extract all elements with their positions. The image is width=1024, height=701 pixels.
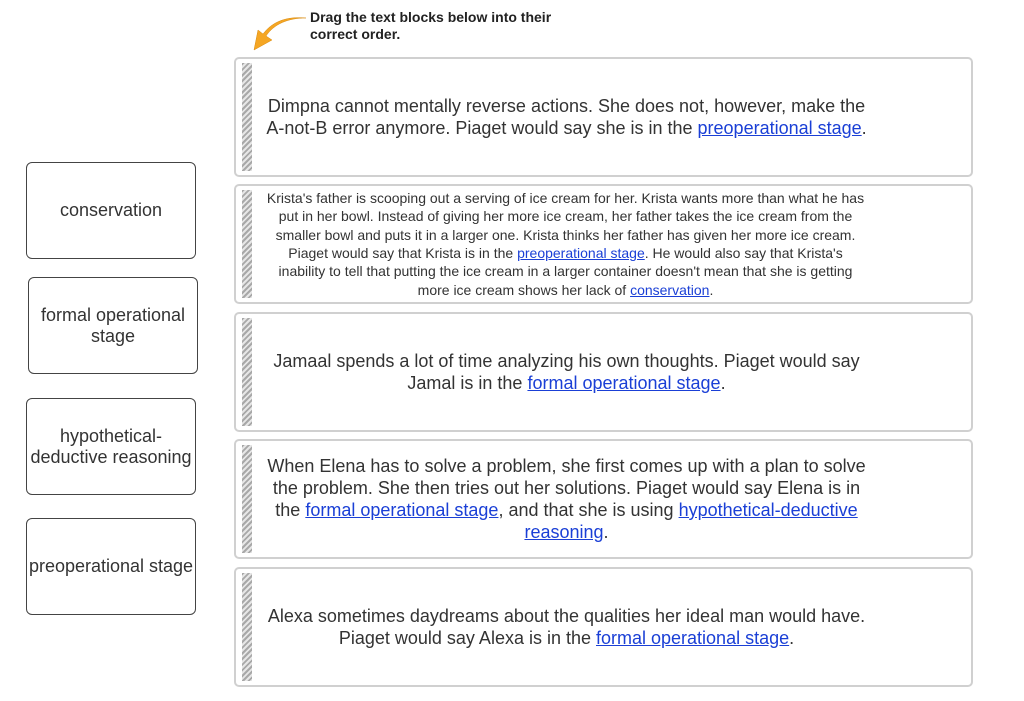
answer-label: formal operational stage xyxy=(40,304,186,346)
block-text: Alexa sometimes daydreams about the qual… xyxy=(267,606,866,648)
term-link[interactable]: formal operational stage xyxy=(527,373,720,393)
text-block[interactable]: Jamaal spends a lot of time analyzing hi… xyxy=(234,312,973,432)
drag-handle[interactable] xyxy=(242,573,252,681)
arrow-pointer-icon xyxy=(253,17,307,51)
instructions-text: Drag the text blocks below into their co… xyxy=(310,9,552,42)
drag-handle[interactable] xyxy=(242,63,252,171)
answer-label: preoperational stage xyxy=(28,556,194,576)
answer-tile-preoperational-stage[interactable]: preoperational stage xyxy=(26,518,196,615)
answer-label: hypothetical-deductive reasoning xyxy=(30,425,192,467)
drag-handle[interactable] xyxy=(242,318,252,426)
text-block[interactable]: When Elena has to solve a problem, she f… xyxy=(234,439,973,559)
block-text: Jamaal spends a lot of time analyzing hi… xyxy=(273,351,860,393)
answer-tile-hypothetical-deductive-reasoning[interactable]: hypothetical-deductive reasoning xyxy=(26,398,196,495)
drag-handle[interactable] xyxy=(242,190,252,298)
term-link[interactable]: preoperational stage xyxy=(698,118,862,138)
term-link[interactable]: formal operational stage xyxy=(596,628,789,648)
block-text: When Elena has to solve a problem, she f… xyxy=(267,456,866,542)
term-link[interactable]: conservation xyxy=(630,282,709,298)
text-block[interactable]: Krista's father is scooping out a servin… xyxy=(234,184,973,304)
answer-tile-formal-operational-stage[interactable]: formal operational stage xyxy=(28,277,198,374)
term-link[interactable]: formal operational stage xyxy=(305,500,498,520)
term-link[interactable]: preoperational stage xyxy=(517,245,645,261)
text-block[interactable]: Alexa sometimes daydreams about the qual… xyxy=(234,567,973,687)
block-text: Dimpna cannot mentally reverse actions. … xyxy=(266,96,867,138)
block-text: Krista's father is scooping out a servin… xyxy=(266,190,865,298)
answer-label: conservation xyxy=(59,200,163,220)
text-block[interactable]: Dimpna cannot mentally reverse actions. … xyxy=(234,57,973,177)
drag-handle[interactable] xyxy=(242,445,252,553)
answer-tile-conservation[interactable]: conservation xyxy=(26,162,196,259)
